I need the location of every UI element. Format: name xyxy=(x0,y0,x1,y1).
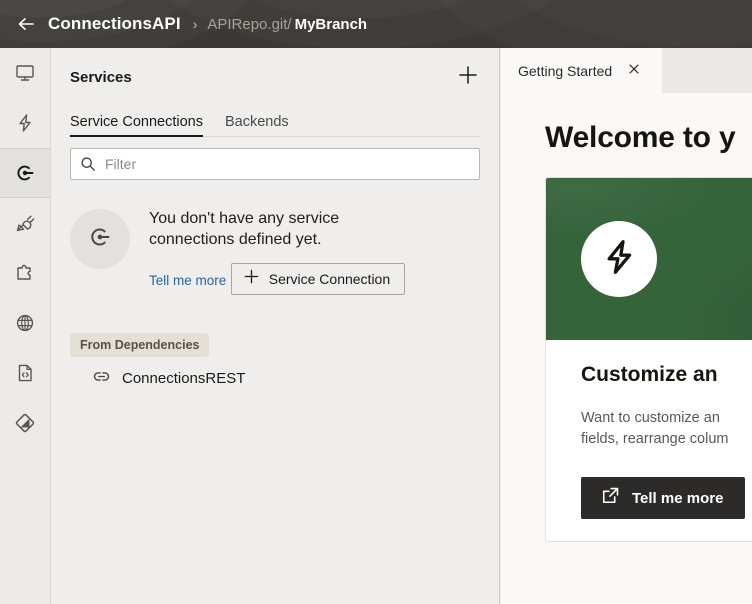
empty-state-body: You don't have any service connections d… xyxy=(149,206,406,295)
arrow-left-icon xyxy=(16,14,36,34)
rail-item-source[interactable] xyxy=(0,348,50,398)
editor-area: Getting Started Welcome to y Customize a… xyxy=(501,48,752,604)
card-description-line-2: fields, rearrange colum xyxy=(581,430,729,447)
globe-icon xyxy=(14,312,36,334)
search-icon xyxy=(80,156,96,172)
breadcrumb-branch[interactable]: MyBranch xyxy=(295,16,368,33)
empty-state-message: You don't have any service connections d… xyxy=(149,210,340,249)
back-button[interactable] xyxy=(12,10,40,38)
breadcrumb: ConnectionsAPI › APIRepo.git/ MyBranch xyxy=(48,14,367,34)
dependency-label: ConnectionsREST xyxy=(122,370,246,388)
breadcrumb-project[interactable]: ConnectionsAPI xyxy=(48,14,181,34)
services-header: Services xyxy=(51,48,499,92)
breadcrumb-separator-icon: › xyxy=(192,16,198,32)
activity-rail xyxy=(0,48,51,604)
monitor-icon xyxy=(14,62,36,84)
rail-item-quick-actions[interactable] xyxy=(0,98,50,148)
rail-item-overview[interactable] xyxy=(0,48,50,98)
filter-field[interactable] xyxy=(70,148,480,180)
services-title: Services xyxy=(70,68,132,86)
breadcrumb-repo[interactable]: APIRepo.git/ xyxy=(207,16,291,33)
app-root: ConnectionsAPI › APIRepo.git/ MyBranch S… xyxy=(0,0,752,604)
tell-me-more-button-label: Tell me more xyxy=(632,489,724,507)
connections-icon xyxy=(86,223,114,256)
close-tab-button[interactable] xyxy=(626,63,642,79)
editor-tab-label: Getting Started xyxy=(518,62,613,79)
card-description-line-1: Want to customize an xyxy=(581,410,720,426)
tab-backends[interactable]: Backends xyxy=(225,114,289,137)
puzzle-icon xyxy=(14,262,36,284)
lightning-icon xyxy=(14,112,36,134)
card-description: Want to customize an fields, rearrange c… xyxy=(581,408,752,449)
add-service-connection-label: Service Connection xyxy=(268,270,391,287)
close-icon xyxy=(628,62,640,80)
lightning-icon xyxy=(599,237,639,282)
card-title: Customize an xyxy=(581,363,718,386)
top-header-bar: ConnectionsAPI › APIRepo.git/ MyBranch xyxy=(0,0,752,48)
link-icon xyxy=(93,368,110,390)
tab-service-connections[interactable]: Service Connections xyxy=(70,114,203,137)
rail-item-extensions[interactable] xyxy=(0,248,50,298)
services-panel: Services Service Connections Backends Fi… xyxy=(51,48,500,604)
filter-input[interactable] xyxy=(105,156,470,172)
from-dependencies-badge: From Dependencies xyxy=(70,332,210,357)
editor-tabstrip: Getting Started xyxy=(501,48,752,93)
empty-state-badge xyxy=(70,209,130,269)
plus-icon xyxy=(243,268,260,290)
dependencies-section: From Dependencies ConnectionsREST xyxy=(51,332,499,390)
plug-icon xyxy=(14,212,36,234)
rail-item-web[interactable] xyxy=(0,298,50,348)
external-link-icon xyxy=(601,486,620,510)
card-hero-circle xyxy=(581,221,657,297)
empty-state: You don't have any service connections d… xyxy=(70,206,499,295)
connections-icon xyxy=(13,161,37,185)
tell-me-more-link[interactable]: Tell me more xyxy=(149,273,226,288)
feature-card: Customize an Want to customize an fields… xyxy=(545,177,752,543)
code-file-icon xyxy=(14,362,36,384)
list-item[interactable]: ConnectionsREST xyxy=(70,368,499,390)
services-tabs: Service Connections Backends xyxy=(70,107,499,137)
rail-item-version-control[interactable] xyxy=(0,398,50,448)
page-title: Welcome to y xyxy=(545,121,736,154)
add-service-button[interactable] xyxy=(455,64,481,90)
add-service-connection-button[interactable]: Service Connection xyxy=(230,262,406,295)
tell-me-more-button[interactable]: Tell me more xyxy=(581,477,746,520)
plus-icon xyxy=(457,64,479,91)
rail-item-services[interactable] xyxy=(0,148,50,198)
card-body: Customize an Want to customize an fields… xyxy=(546,340,752,541)
getting-started-content: Welcome to y Customize an Want to custom… xyxy=(501,93,752,543)
tab-getting-started[interactable]: Getting Started xyxy=(501,48,662,93)
git-icon xyxy=(14,412,36,434)
card-hero xyxy=(546,178,752,340)
rail-item-connectors[interactable] xyxy=(0,198,50,248)
